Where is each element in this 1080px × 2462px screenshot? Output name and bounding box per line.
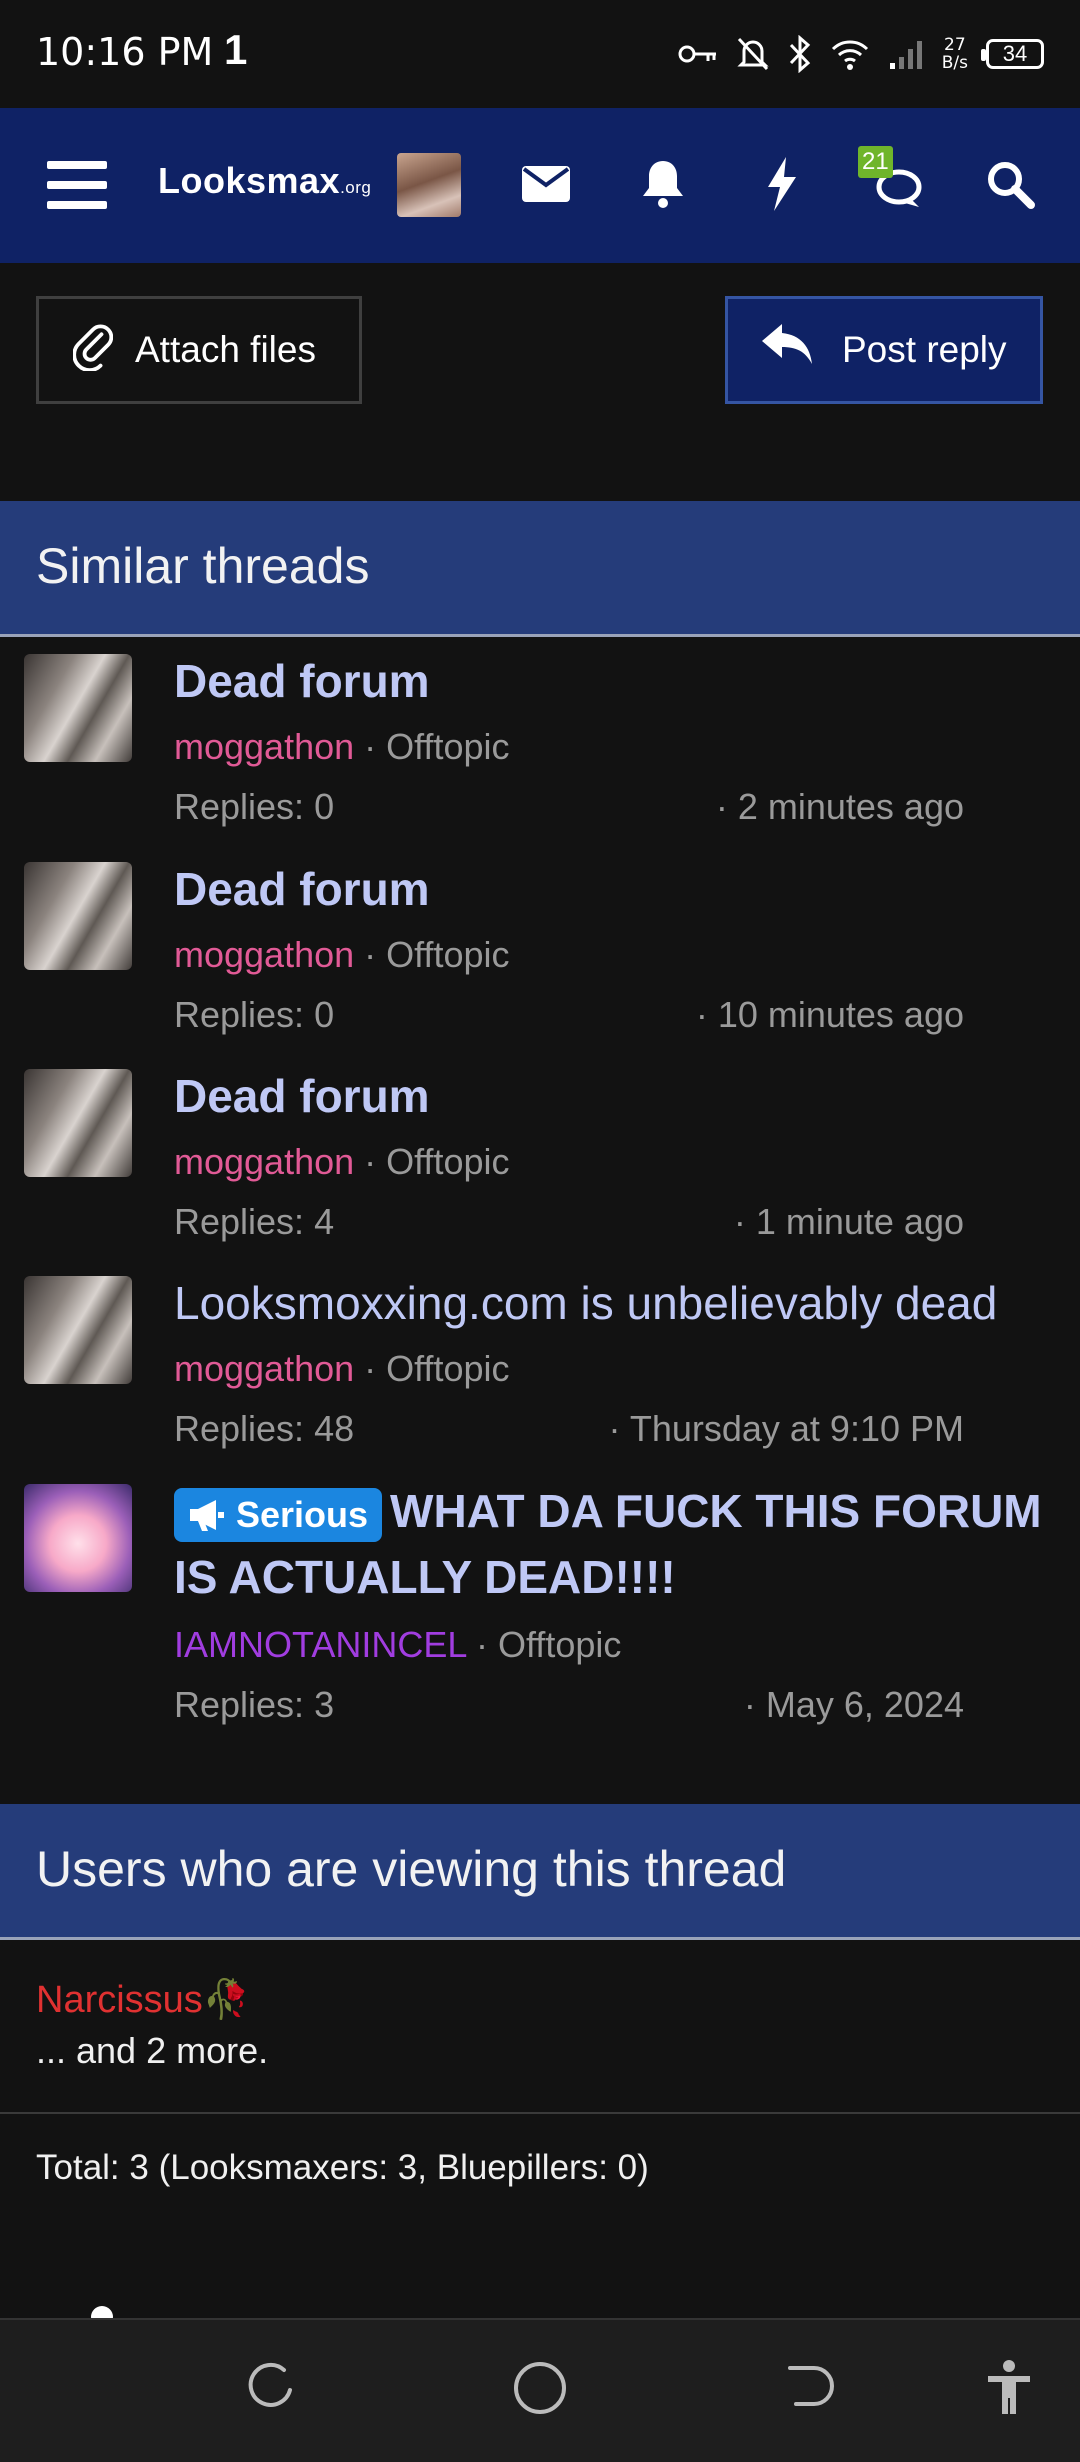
thread-title-link[interactable]: Looksmoxxing.com is unbelievably dead: [174, 1276, 997, 1330]
thread-replies: Replies: 48: [174, 1408, 355, 1449]
thread-date: · May 6, 2024: [743, 1684, 964, 1725]
thread-date: · Thursday at 9:10 PM: [608, 1408, 964, 1449]
status-bar: 10:16 PM 1 27 B/s 34: [0, 0, 1080, 108]
serious-prefix-label[interactable]: Serious: [174, 1487, 383, 1542]
post-reply-button[interactable]: Post reply: [725, 296, 1043, 404]
thread-author-avatar[interactable]: [24, 862, 132, 970]
signal-icon: [888, 37, 924, 71]
network-speed-value: 27: [944, 35, 966, 55]
thread-author-avatar[interactable]: [24, 1276, 132, 1384]
viewing-users-title: Users who are viewing this thread: [36, 1841, 787, 1897]
thread-forum[interactable]: Offtopic: [386, 1348, 509, 1389]
search-icon[interactable]: [982, 156, 1038, 212]
thread-date-text: Thursday at 9:10 PM: [629, 1408, 964, 1449]
clock: 10:16 PM: [36, 30, 214, 74]
mute-bell-icon: [736, 36, 770, 72]
viewer-username[interactable]: Narcissus🥀: [36, 1978, 250, 2022]
logo-text: Looksmax: [158, 160, 341, 201]
user-avatar[interactable]: [397, 153, 461, 217]
network-speed-unit: B/s: [941, 53, 968, 73]
home-icon[interactable]: [512, 2360, 568, 2421]
thread-date: · 10 minutes ago: [695, 994, 964, 1035]
thread-forum[interactable]: Offtopic: [498, 1624, 621, 1665]
thread-author-avatar[interactable]: [24, 1069, 132, 1177]
thread-forum[interactable]: Offtopic: [386, 934, 509, 975]
thread-author[interactable]: moggathon: [174, 726, 354, 767]
thread-author[interactable]: IAMNOTANINCEL: [174, 1624, 466, 1665]
thread-author-avatar[interactable]: [24, 1484, 132, 1592]
bell-icon[interactable]: [638, 156, 688, 212]
conversations-badge: 21: [858, 146, 893, 178]
megaphone-icon: [190, 1499, 224, 1531]
status-icons: 27 B/s 34: [678, 28, 1044, 80]
system-navigation-bar: [0, 2318, 1080, 2462]
paperclip-icon: [72, 321, 114, 380]
mail-icon[interactable]: [520, 158, 572, 210]
thread-date: · 2 minutes ago: [715, 786, 964, 827]
reply-arrow-icon: [762, 323, 812, 377]
thread-title-link[interactable]: Dead forum: [174, 862, 430, 916]
attach-files-button[interactable]: Attach files: [36, 296, 362, 404]
divider: [0, 2112, 1080, 2114]
thread-replies: Replies: 0: [174, 994, 335, 1035]
thread-forum[interactable]: Offtopic: [386, 726, 509, 767]
battery-icon: 34: [981, 39, 1044, 69]
thread-author[interactable]: moggathon: [174, 1141, 354, 1182]
thread-forum[interactable]: Offtopic: [386, 1141, 509, 1182]
thread-date: · 1 minute ago: [733, 1201, 964, 1242]
menu-icon[interactable]: [46, 156, 108, 214]
thread-date-text: 1 minute ago: [755, 1201, 964, 1242]
vpn-key-icon: [678, 42, 718, 66]
logo-suffix: .org: [340, 178, 372, 197]
viewing-users-header: Users who are viewing this thread: [0, 1804, 1080, 1940]
thread-title-line1: WHAT DA FUCK THIS FORUM: [390, 1485, 1042, 1537]
bluetooth-icon: [788, 35, 812, 73]
wifi-icon: [830, 37, 870, 71]
post-reply-label: Post reply: [842, 329, 1007, 370]
similar-threads-header: Similar threads: [0, 501, 1080, 637]
thread-title-link[interactable]: Dead forum: [174, 654, 430, 708]
accessibility-icon[interactable]: [986, 2360, 1032, 2421]
carrier-indicator: 1: [224, 26, 248, 73]
more-viewers-text: ... and 2 more.: [36, 2030, 269, 2071]
thread-replies: Replies: 3: [174, 1684, 335, 1725]
thread-title-line2-link[interactable]: IS ACTUALLY DEAD!!!!: [174, 1550, 676, 1604]
thread-author[interactable]: moggathon: [174, 1348, 354, 1389]
thread-date-text: May 6, 2024: [765, 1684, 964, 1725]
thread-date-text: 10 minutes ago: [717, 994, 964, 1035]
lightning-icon[interactable]: [762, 154, 802, 214]
back-icon[interactable]: [782, 2360, 836, 2419]
thread-replies: Replies: 0: [174, 786, 335, 827]
network-speed: 27 B/s: [942, 36, 968, 72]
thread-date-text: 2 minutes ago: [737, 786, 964, 827]
viewers-total: Total: 3 (Looksmaxers: 3, Bluepillers: 0…: [36, 2148, 649, 2187]
site-logo[interactable]: Looksmax.org: [158, 160, 371, 202]
recents-icon[interactable]: [244, 2360, 298, 2419]
prefix-text: Serious: [236, 1493, 369, 1535]
thread-title-link[interactable]: Dead forum: [174, 1069, 430, 1123]
thread-replies: Replies: 4: [174, 1201, 335, 1242]
site-navbar: Looksmax.org 21: [0, 108, 1080, 263]
thread-author[interactable]: moggathon: [174, 934, 354, 975]
thread-title-link[interactable]: Serious WHAT DA FUCK THIS FORUM: [174, 1484, 1042, 1542]
attach-files-label: Attach files: [135, 329, 316, 370]
thread-author-avatar[interactable]: [24, 654, 132, 762]
similar-threads-title: Similar threads: [36, 538, 370, 594]
